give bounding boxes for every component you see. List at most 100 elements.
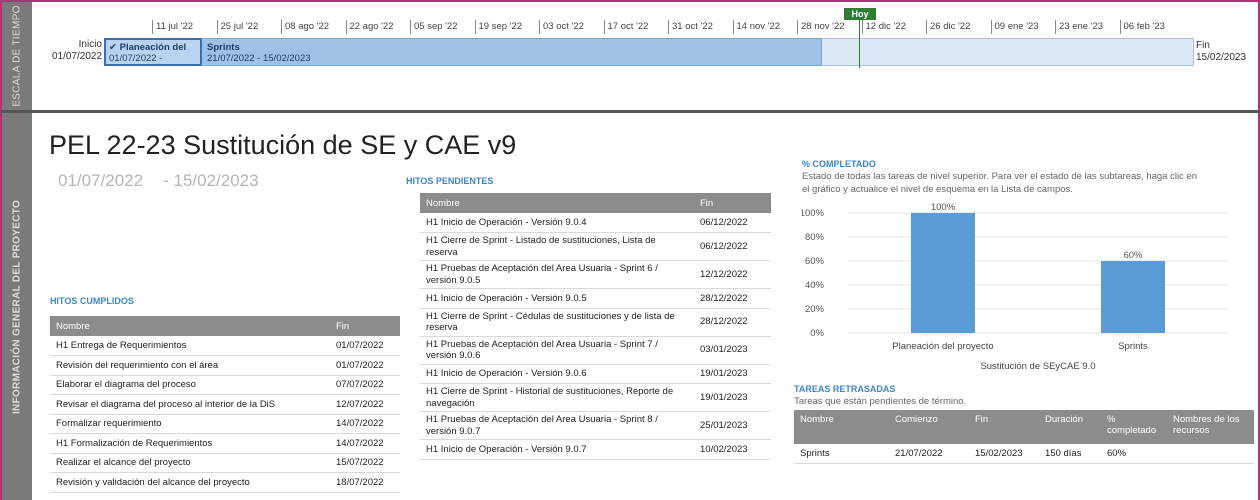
cell-name: H1 Inicio de Operación - Versión 9.0.4	[420, 213, 694, 233]
cell-date: 12/07/2022	[330, 394, 400, 415]
project-start: 01/07/2022	[58, 171, 144, 190]
percent-complete-chart[interactable]: 0% 20% 40% 60% 80% 100% 100% Planeación del pro…	[802, 201, 1242, 373]
cell-name: H1 Pruebas de Aceptación del Area Usuari…	[420, 411, 694, 440]
column-header[interactable]: Fin	[969, 410, 1039, 444]
timeline-panel[interactable]: ESCALA DE TIEMPO 11 jul '22 25 jul '22 08 …	[0, 0, 1260, 113]
table-cell: 150 días	[1039, 444, 1101, 464]
cell-name: Revisión del requerimiento con el área	[50, 355, 330, 376]
project-title[interactable]: PEL 22-23 Sustitución de SE y CAE v9	[49, 130, 516, 161]
cell-date: 03/01/2023	[694, 336, 771, 365]
cell-date: 01/07/2022	[330, 355, 400, 376]
data-label: 60%	[1123, 250, 1143, 261]
table-row[interactable]: H1 Inicio de Operación - Versión 9.0.5 28…	[420, 288, 771, 309]
timeline-tick: 22 ago '22	[345, 20, 394, 34]
y-tick-label: 60%	[805, 256, 825, 267]
table-row[interactable]: H1 Pruebas de Aceptación del Area Usuari…	[420, 411, 771, 440]
cell-name: H1 Inicio de Operación - Versión 9.0.7	[420, 439, 694, 460]
cell-name: Formalizar requerimiento	[50, 414, 330, 434]
timeline-task-sprints[interactable]: Sprints 21/07/2022 - 15/02/2023	[104, 38, 822, 66]
table-cell: 60%	[1101, 444, 1167, 464]
table-row[interactable]: H1 Inicio de Operación - Versión 9.0.6 19…	[420, 364, 771, 384]
cell-date: 19/01/2023	[694, 383, 771, 412]
column-header[interactable]: Fin	[694, 193, 771, 213]
table-row[interactable]: H1 Cierre de Sprint - Listado de sustitu…	[420, 232, 771, 261]
timeline-tick: 08 ago '22	[281, 20, 329, 34]
cell-date: 28/12/2022	[694, 308, 771, 337]
timeline-tick: 28 nov '22	[797, 20, 845, 34]
column-header[interactable]: Nombre	[420, 193, 694, 213]
table-row[interactable]: H1 Pruebas de Aceptación del Area Usuari…	[420, 260, 771, 289]
column-header[interactable]: Comienzo	[889, 410, 969, 444]
timeline-tick: 26 dic '22	[926, 20, 970, 34]
bar-0	[911, 213, 975, 333]
table-row[interactable]: Sprints 21/07/2022 15/02/2023 150 días 60%	[794, 444, 1254, 464]
tareas-retrasadas-subtitle: Tareas que están pendientes de término.	[794, 396, 967, 407]
cell-date: 06/12/2022	[694, 232, 771, 261]
column-header[interactable]: Fin	[330, 316, 400, 336]
table-row[interactable]: H1 Inicio de Operación - Versión 9.0.7 10…	[420, 439, 771, 460]
timeline-start-date: 01/07/2022	[52, 51, 103, 62]
project-dates[interactable]: 01/07/2022 - 15/02/2023	[58, 171, 259, 191]
column-header[interactable]: Nombres de los recursos	[1167, 410, 1254, 444]
cell-name: Revisar el diagrama del proceso al inter…	[50, 394, 330, 415]
table-cell: 15/02/2023	[969, 444, 1039, 464]
table-row[interactable]: Revisión del requerimiento con el área 01…	[50, 355, 400, 376]
today-line	[859, 14, 860, 68]
task-name: Sprints	[207, 42, 240, 53]
timeline-tick: 17 oct '22	[603, 20, 648, 34]
timeline-tick: 05 sep '22	[410, 20, 458, 34]
task-dates: 01/07/2022 -	[109, 53, 163, 64]
cell-date: 14/07/2022	[330, 433, 400, 454]
column-header[interactable]: Duración	[1039, 410, 1101, 444]
tareas-retrasadas-table[interactable]: Nombre Comienzo Fin Duración% completado Nom…	[794, 410, 1254, 464]
timeline-tick: 11 jul '22	[152, 20, 193, 34]
hitos-pendientes-title: HITOS PENDIENTES	[406, 176, 494, 186]
report-panel: INFORMACIÓN GENERAL DEL PROYECTO PEL 22-…	[0, 113, 1260, 500]
timeline-tick: 19 sep '22	[474, 20, 522, 34]
today-flag: Hoy	[844, 8, 876, 20]
timeline-start-label: Inicio	[78, 39, 102, 50]
table-row[interactable]: Elaborar el diagrama del proceso 07/07/20…	[50, 375, 400, 395]
table-row[interactable]: Revisar el diagrama del proceso al inter…	[50, 394, 400, 415]
x-axis-label: Sustitución de SEyCAE 9.0	[980, 361, 1095, 372]
table-row[interactable]: Realizar el alcance del proyecto 15/07/20…	[50, 453, 400, 473]
timeline-area[interactable]: 11 jul '22 25 jul '22 08 ago '22 22 ago '22…	[32, 2, 1258, 110]
data-label: 100%	[931, 202, 956, 213]
report-side-tab: INFORMACIÓN GENERAL DEL PROYECTO	[2, 113, 32, 500]
check-icon: ✔	[109, 42, 117, 53]
report-side-label: INFORMACIÓN GENERAL DEL PROYECTO	[11, 199, 23, 414]
cell-name: H1 Pruebas de Aceptación del Area Usuari…	[420, 336, 694, 365]
table-row[interactable]: H1 Formalización de Requerimientos 14/07/…	[50, 433, 400, 454]
table-cell	[1167, 444, 1254, 464]
table-row[interactable]: H1 Cierre de Sprint - Cédulas de sustitu…	[420, 308, 771, 337]
timeline-task-planeacion[interactable]: ✔ Planeación del 01/07/2022 -	[104, 38, 202, 66]
cell-name: H1 Inicio de Operación - Versión 9.0.6	[420, 364, 694, 384]
cell-name: Realizar el alcance del proyecto	[50, 453, 330, 473]
timeline-tick: 12 dic '22	[861, 20, 906, 34]
timeline-scale: 11 jul '22 25 jul '22 08 ago '22 22 ago '22…	[32, 20, 1258, 36]
timeline-tick: 31 oct '22	[668, 20, 713, 34]
tareas-retrasadas-title: TAREAS RETRASADAS	[794, 384, 896, 394]
column-header[interactable]: Nombre	[794, 410, 889, 444]
y-tick-label: 80%	[805, 232, 825, 243]
cell-date: 19/01/2023	[694, 364, 771, 384]
table-row[interactable]: H1 Pruebas de Aceptación del Area Usuari…	[420, 336, 771, 365]
hitos-pendientes-table[interactable]: Nombre Fin H1 Inicio de Operación - Vers…	[420, 193, 771, 460]
timeline-tick: 25 jul '22	[216, 20, 258, 34]
table-row[interactable]: H1 Entrega de Requerimientos 01/07/2022	[50, 336, 400, 356]
hitos-cumplidos-table[interactable]: Nombre Fin H1 Entrega de Requerimientos 0…	[50, 316, 400, 493]
bar-1	[1101, 261, 1165, 333]
table-row[interactable]: H1 Cierre de Sprint - Historial de susti…	[420, 383, 771, 412]
column-header[interactable]: Nombre	[50, 316, 330, 336]
task-name: Planeación del	[119, 42, 187, 53]
y-tick-label: 40%	[805, 280, 825, 291]
table-row[interactable]: Revisión y validación del alcance del pr…	[50, 472, 400, 493]
cell-name: Revisión y validación del alcance del pr…	[50, 472, 330, 493]
table-row[interactable]: Formalizar requerimiento 14/07/2022	[50, 414, 400, 434]
table-row[interactable]: H1 Inicio de Operación - Versión 9.0.4 06…	[420, 213, 771, 233]
cell-date: 28/12/2022	[694, 288, 771, 309]
cell-date: 18/07/2022	[330, 472, 400, 493]
completado-description: Estado de todas las tareas de nivel supe…	[802, 171, 1198, 195]
column-header[interactable]: % completado	[1101, 410, 1167, 444]
cell-date: 12/12/2022	[694, 260, 771, 289]
